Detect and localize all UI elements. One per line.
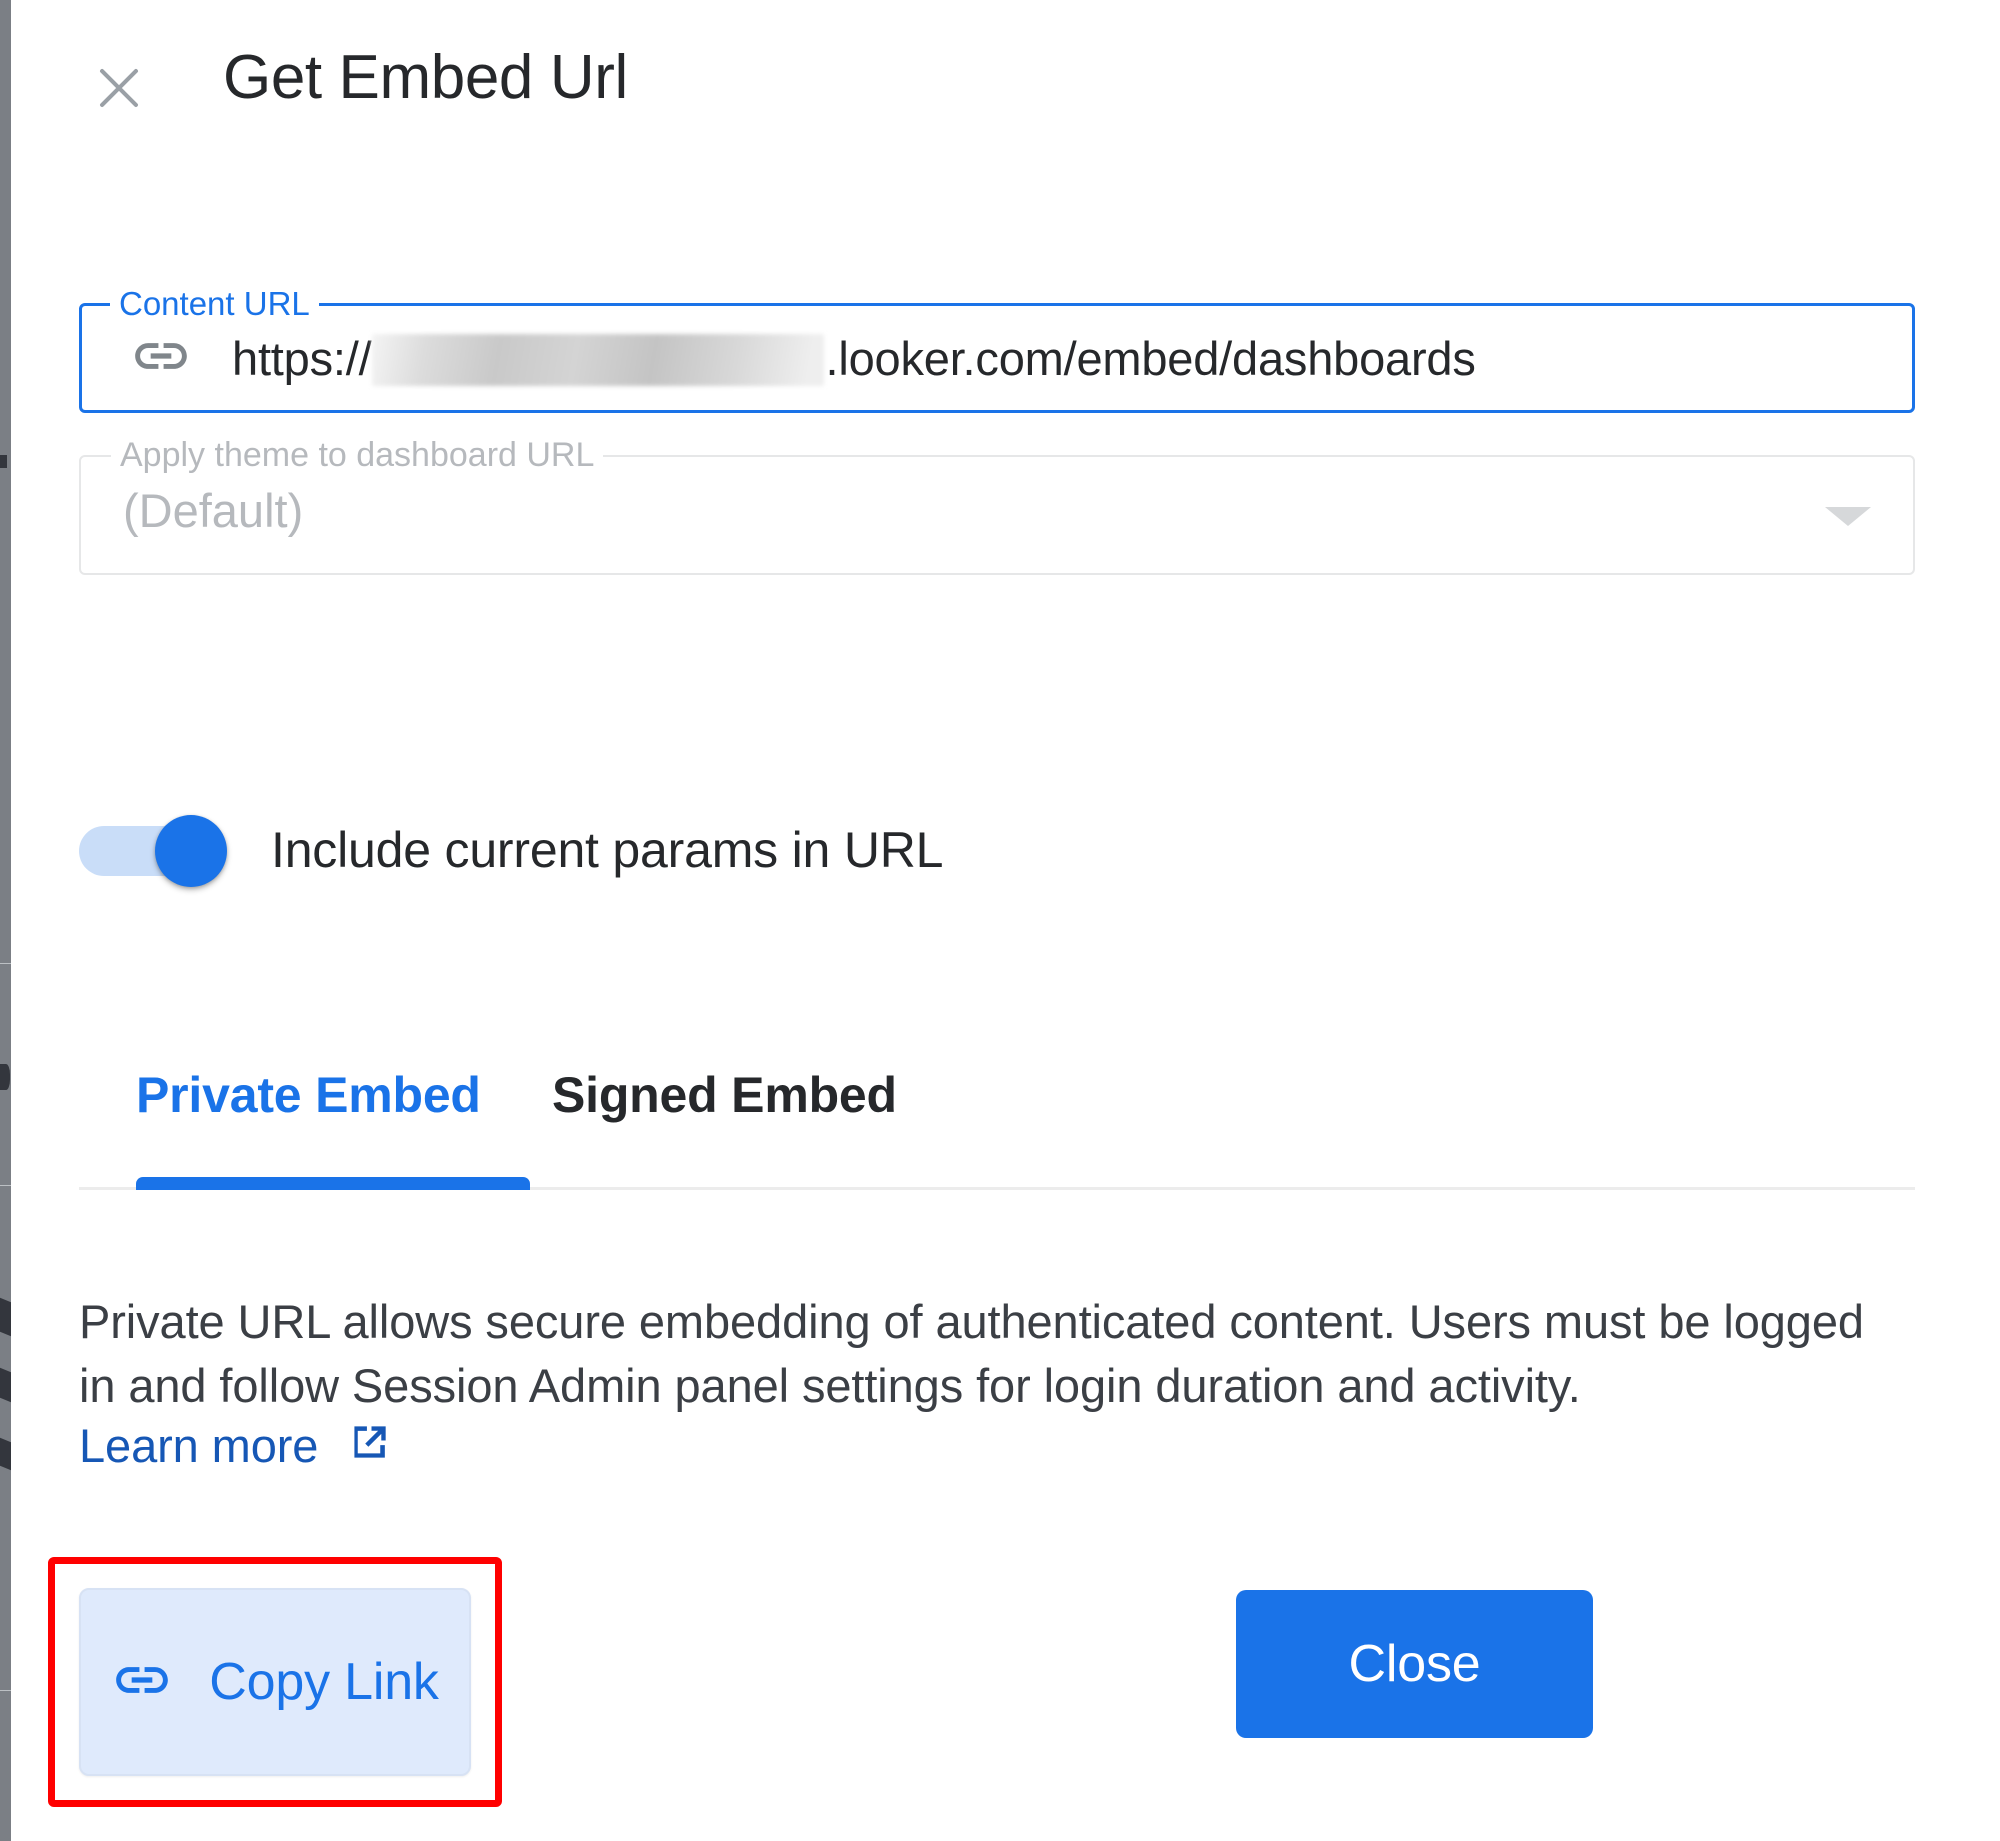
background-fragment <box>0 1367 11 1403</box>
page-title: Get Embed Url <box>223 43 628 112</box>
dialog-header: Get Embed Url <box>11 0 2000 186</box>
tab-active-indicator <box>136 1177 530 1190</box>
external-link-icon <box>344 1418 394 1473</box>
close-icon[interactable] <box>83 52 155 124</box>
screenshot-root: Get Embed Url Content URL https://.looke… <box>0 0 2000 1841</box>
toggle-knob <box>155 815 227 887</box>
content-url-prefix: https:// <box>232 331 372 385</box>
tab-strip: Private Embed Signed Embed <box>79 1020 1915 1190</box>
chevron-down-icon[interactable] <box>1825 507 1871 526</box>
content-url-value: https:// .looker.com/embed/dashboards <box>232 331 1476 386</box>
background-divider <box>0 1690 11 1691</box>
tab-signed-embed[interactable]: Signed Embed <box>552 1020 897 1170</box>
content-url-suffix: .looker.com/embed/dashboards <box>825 331 1476 385</box>
background-fragment <box>0 455 7 468</box>
close-button[interactable]: Close <box>1236 1590 1593 1738</box>
apply-theme-select[interactable]: Apply theme to dashboard URL (Default) <box>79 433 1915 575</box>
background-divider <box>0 963 11 964</box>
background-fragment <box>0 1064 10 1090</box>
embed-type-tabs: Private Embed Signed Embed <box>79 1020 1915 1192</box>
background-divider <box>0 1185 11 1186</box>
background-fragment <box>0 1297 11 1337</box>
background-page-sliver <box>0 0 11 1841</box>
copy-link-button[interactable]: Copy Link <box>79 1588 471 1776</box>
content-url-redacted-region <box>372 334 825 386</box>
content-url-inner: https:// .looker.com/embed/dashboards <box>82 306 1912 410</box>
include-params-label: Include current params in URL <box>271 822 944 878</box>
background-fragment <box>0 1437 11 1471</box>
include-params-row[interactable]: Include current params in URL <box>79 800 1479 900</box>
content-url-field[interactable]: Content URL https://.looker.com/embed/da… <box>79 283 1915 413</box>
tab-private-embed[interactable]: Private Embed <box>136 1020 481 1170</box>
apply-theme-value: (Default) <box>123 484 304 537</box>
link-icon <box>111 1649 173 1716</box>
learn-more-link[interactable]: Learn more <box>79 1418 394 1473</box>
copy-link-label: Copy Link <box>209 1653 439 1711</box>
get-embed-url-dialog: Get Embed Url Content URL https://.looke… <box>11 0 2000 1841</box>
apply-theme-legend: Apply theme to dashboard URL <box>111 433 604 477</box>
learn-more-label: Learn more <box>79 1419 319 1472</box>
embed-description: Private URL allows secure embedding of a… <box>79 1295 1864 1412</box>
link-icon <box>130 325 192 392</box>
include-params-toggle[interactable] <box>79 815 227 887</box>
